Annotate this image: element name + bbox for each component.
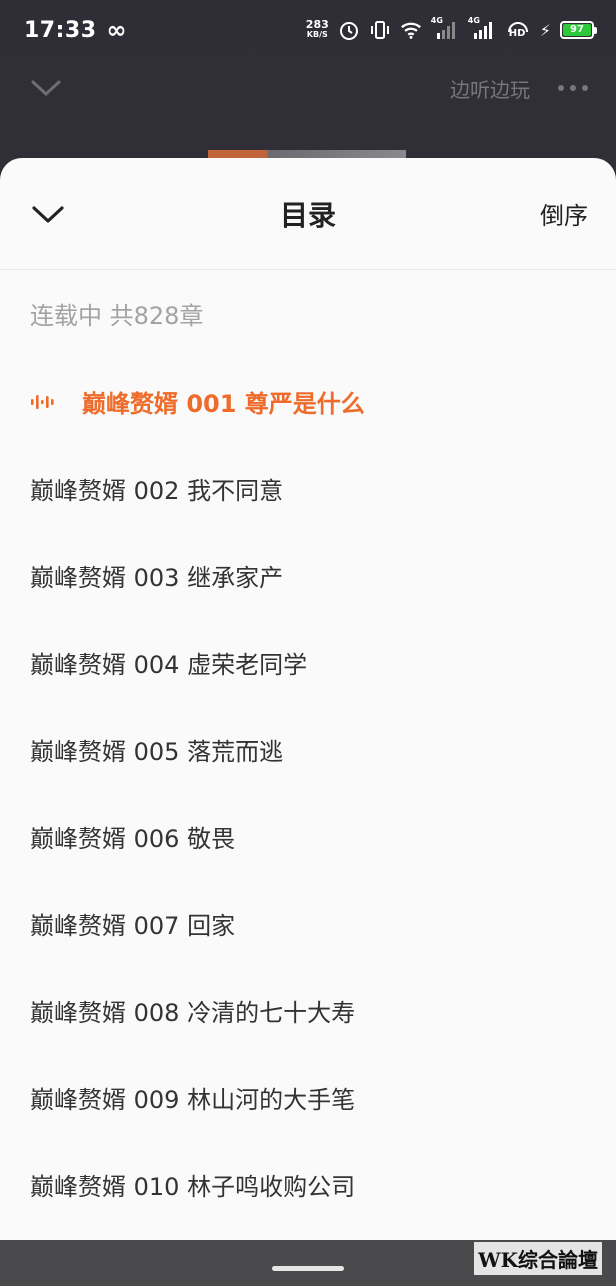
- chapter-label: 巅峰赘婿 007 回家: [30, 912, 236, 940]
- alarm-icon: [338, 19, 360, 41]
- battery-icon: 97: [560, 21, 597, 39]
- play-while-button[interactable]: 边听边玩: [450, 74, 530, 103]
- hd-headset-icon: HD: [505, 19, 531, 41]
- network-speed-value: 283: [305, 18, 329, 31]
- chevron-down-icon: [32, 205, 64, 223]
- chapter-label: 巅峰赘婿 006 敬畏: [30, 825, 236, 853]
- catalog-sheet: 目录 倒序 连载中 共828章 巅峰赘婿 001 尊严是什么 巅峰赘婿 002 …: [0, 158, 616, 1240]
- status-time: 17:33: [24, 17, 97, 43]
- chapter-label: 巅峰赘婿 009 林山河的大手笔: [30, 1086, 356, 1114]
- player-collapse-button[interactable]: [28, 70, 64, 106]
- charging-icon: ⚡: [539, 20, 551, 40]
- vibrate-icon: [369, 19, 391, 41]
- cell-signal-icon: 4G: [431, 16, 459, 41]
- home-gesture-handle[interactable]: [272, 1266, 344, 1271]
- sheet-close-button[interactable]: [28, 194, 68, 234]
- chapter-item[interactable]: 巅峰赘婿 005 落荒而逃: [0, 706, 616, 793]
- battery-level: 97: [563, 24, 591, 36]
- chapter-item[interactable]: 巅峰赘婿 002 我不同意: [0, 445, 616, 532]
- chapter-list: 巅峰赘婿 001 尊严是什么 巅峰赘婿 002 我不同意 巅峰赘婿 003 继承…: [0, 358, 616, 1228]
- chapter-label: 巅峰赘婿 002 我不同意: [30, 477, 284, 505]
- player-header: 边听边玩: [0, 60, 616, 116]
- chapter-label: 巅峰赘婿 008 冷清的七十大寿: [30, 999, 356, 1027]
- status-bar: 17:33 ∞ 283 KB/S 4G 4G HD ⚡ 97: [0, 0, 616, 60]
- chapter-item[interactable]: 巅峰赘婿 006 敬畏: [0, 793, 616, 880]
- chapter-item[interactable]: 巅峰赘婿 007 回家: [0, 880, 616, 967]
- chapter-label: 巅峰赘婿 005 落荒而逃: [30, 738, 284, 766]
- chapter-label: 巅峰赘婿 004 虚荣老同学: [30, 651, 308, 679]
- serial-status: 连载中 共828章: [30, 302, 204, 330]
- chevron-down-icon: [31, 80, 61, 97]
- network-speed-unit: KB/S: [306, 30, 328, 39]
- network-speed: 283 KB/S: [305, 18, 329, 40]
- chapter-item[interactable]: 巅峰赘婿 010 林子鸣收购公司: [0, 1141, 616, 1228]
- cell-signal-icon-2: 4G: [468, 16, 496, 41]
- chapter-label: 巅峰赘婿 010 林子鸣收购公司: [30, 1173, 356, 1201]
- reverse-order-button[interactable]: 倒序: [540, 196, 588, 231]
- chapter-item[interactable]: 巅峰赘婿 003 继承家产: [0, 532, 616, 619]
- chapter-item[interactable]: 巅峰赘婿 004 虚荣老同学: [0, 619, 616, 706]
- chapter-label: 巅峰赘婿 001 尊严是什么: [82, 390, 365, 418]
- playing-wave-icon: [30, 391, 60, 413]
- chapter-item-active[interactable]: 巅峰赘婿 001 尊严是什么: [0, 358, 616, 445]
- sheet-header: 目录 倒序: [0, 158, 616, 270]
- infinity-icon: ∞: [106, 16, 127, 44]
- chapter-item[interactable]: 巅峰赘婿 008 冷清的七十大寿: [0, 967, 616, 1054]
- watermark: WK综合論壇: [474, 1242, 602, 1275]
- wifi-icon: [400, 19, 422, 41]
- chapter-item[interactable]: 巅峰赘婿 009 林山河的大手笔: [0, 1054, 616, 1141]
- chapter-label: 巅峰赘婿 003 继承家产: [30, 564, 284, 592]
- more-options-icon[interactable]: [558, 85, 588, 91]
- sheet-title: 目录: [279, 199, 336, 232]
